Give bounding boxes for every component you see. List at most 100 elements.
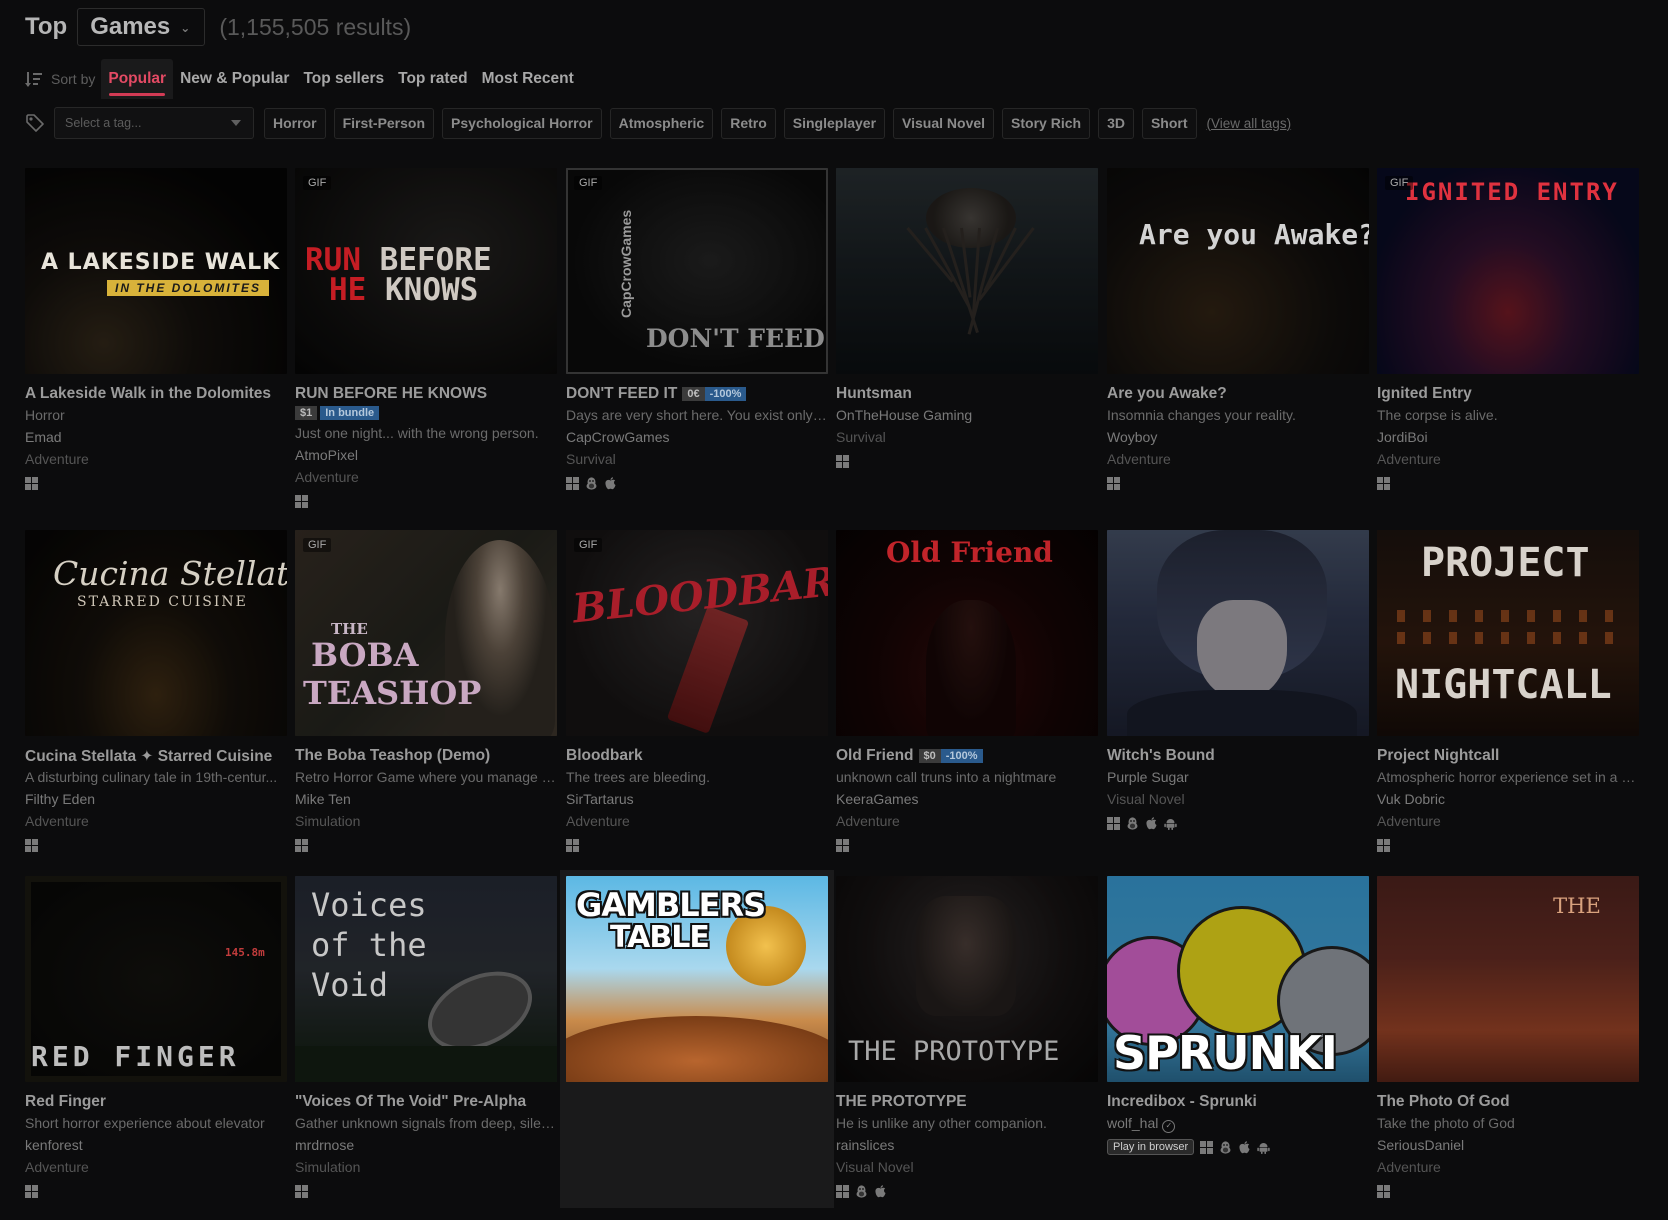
author-name[interactable]: Woyboy bbox=[1107, 429, 1157, 445]
game-thumbnail[interactable]: THE BOBA TEASHOP GIF bbox=[295, 530, 557, 736]
game-title-link[interactable]: Project Nightcall bbox=[1377, 747, 1499, 765]
author-name[interactable]: AtmoPixel bbox=[295, 447, 358, 463]
game-thumbnail[interactable]: SPRUNKI bbox=[1107, 876, 1369, 1082]
game-title-link[interactable]: Are you Awake? bbox=[1107, 385, 1227, 403]
game-title-link[interactable]: Bloodbark bbox=[566, 747, 643, 765]
platform-row: Play in browser bbox=[1107, 1136, 1369, 1158]
game-title-link[interactable]: The Photo Of God bbox=[1377, 1093, 1510, 1111]
windows-icon bbox=[836, 1184, 849, 1198]
author-name[interactable]: Filthy Eden bbox=[25, 791, 95, 807]
game-thumbnail[interactable]: RED FINGER 145.8m bbox=[25, 876, 287, 1082]
tag-pill-story-rich[interactable]: Story Rich bbox=[1002, 107, 1091, 139]
game-author-link[interactable]: Emad bbox=[25, 426, 287, 448]
game-thumbnail[interactable]: PROJECT NIGHTCALL bbox=[1377, 530, 1639, 736]
game-author-link[interactable]: AtmoPixel bbox=[295, 444, 557, 466]
author-name[interactable]: rainslices bbox=[836, 1137, 894, 1153]
game-author-link[interactable]: Filthy Eden bbox=[25, 788, 287, 810]
game-author-link[interactable]: rainslices bbox=[836, 1134, 1098, 1156]
sort-tab-popular[interactable]: Popular bbox=[101, 59, 174, 99]
game-author-link[interactable]: OnTheHouse Gaming bbox=[836, 404, 1098, 426]
tag-pill-atmospheric[interactable]: Atmospheric bbox=[609, 107, 714, 139]
game-author-link[interactable]: Purple Sugar bbox=[1107, 766, 1369, 788]
game-title-link[interactable]: A Lakeside Walk in the Dolomites bbox=[25, 385, 271, 403]
game-title-link[interactable]: RUN BEFORE HE KNOWS bbox=[295, 385, 487, 403]
sort-tab-new-popular[interactable]: New & Popular bbox=[173, 59, 296, 99]
game-title-link[interactable]: DON'T FEED IT bbox=[566, 385, 677, 403]
game-thumbnail[interactable]: RUN BEFORE HE KNOWS GIF bbox=[295, 168, 557, 374]
game-description: Just one night... with the wrong person. bbox=[295, 425, 539, 441]
author-name[interactable]: SeriousDaniel bbox=[1377, 1137, 1464, 1153]
game-thumbnail[interactable]: IGNITED ENTRY GIF bbox=[1377, 168, 1639, 374]
game-title-link[interactable]: Red Finger bbox=[25, 1093, 106, 1111]
author-name[interactable]: wolf_hal bbox=[1107, 1115, 1158, 1131]
game-thumbnail[interactable]: Old Friend bbox=[836, 530, 1098, 736]
game-author-link[interactable]: wolf_hal ✓ bbox=[1107, 1112, 1369, 1134]
game-thumbnail[interactable] bbox=[836, 168, 1098, 374]
game-title-link[interactable]: Old Friend bbox=[836, 747, 914, 765]
author-name[interactable]: SirTartarus bbox=[566, 791, 634, 807]
tag-pill-first-person[interactable]: First-Person bbox=[333, 107, 435, 139]
game-thumbnail[interactable]: THE bbox=[1377, 876, 1639, 1082]
tag-pill-singleplayer[interactable]: Singleplayer bbox=[783, 107, 886, 139]
game-thumbnail[interactable] bbox=[1107, 530, 1369, 736]
author-name[interactable]: Emad bbox=[25, 429, 62, 445]
game-author-link[interactable]: JordiBoi bbox=[1377, 426, 1639, 448]
tag-pill-3d[interactable]: 3D bbox=[1098, 107, 1134, 139]
game-title-link[interactable]: Ignited Entry bbox=[1377, 385, 1472, 403]
game-author-link[interactable]: SirTartarus bbox=[566, 788, 828, 810]
author-name[interactable]: KeeraGames bbox=[836, 791, 918, 807]
tag-pill-psychological-horror[interactable]: Psychological Horror bbox=[442, 107, 602, 139]
sort-tab-top-sellers[interactable]: Top sellers bbox=[296, 59, 391, 99]
game-thumbnail[interactable]: Voices of the Void bbox=[295, 876, 557, 1082]
author-name[interactable]: kenforest bbox=[25, 1137, 83, 1153]
game-title-link[interactable]: Witch's Bound bbox=[1107, 747, 1215, 765]
game-card: THE The Photo Of God Take the photo of God… bbox=[1377, 876, 1639, 1202]
game-author-link[interactable]: Woyboy bbox=[1107, 426, 1369, 448]
play-in-browser-badge[interactable]: Play in browser bbox=[1107, 1139, 1195, 1155]
tag-pill-visual-novel[interactable]: Visual Novel bbox=[893, 107, 995, 139]
linux-icon bbox=[855, 1184, 868, 1198]
author-name[interactable]: mrdrnose bbox=[295, 1137, 354, 1153]
game-thumbnail[interactable]: DON'T FEED IT CapCrowGames GIF bbox=[566, 168, 828, 374]
view-all-tags-link[interactable]: (View all tags) bbox=[1207, 116, 1292, 131]
game-author-link[interactable]: Mike Ten bbox=[295, 788, 557, 810]
game-description: The corpse is alive. bbox=[1377, 407, 1498, 423]
game-thumbnail[interactable]: BLOODBARK GIF bbox=[566, 530, 828, 736]
game-author-link[interactable]: CapCrowGames bbox=[566, 426, 828, 448]
author-name[interactable]: Purple Sugar bbox=[1107, 769, 1189, 785]
author-name[interactable]: JordiBoi bbox=[1377, 429, 1428, 445]
game-title-link[interactable]: THE PROTOTYPE bbox=[836, 1093, 967, 1111]
game-card: BLOODBARK GIF Bloodbark The trees are bleed… bbox=[566, 530, 828, 856]
windows-icon bbox=[1107, 476, 1120, 490]
game-card: Witch's Bound Purple Sugar Visual Novel bbox=[1107, 530, 1369, 834]
game-author-link[interactable]: SeriousDaniel bbox=[1377, 1134, 1639, 1156]
tag-pill-short[interactable]: Short bbox=[1141, 107, 1197, 139]
author-name[interactable]: OnTheHouse Gaming bbox=[836, 407, 972, 423]
tag-select-dropdown[interactable]: Select a tag... bbox=[54, 107, 254, 139]
tag-pill-horror[interactable]: Horror bbox=[264, 107, 326, 139]
game-thumbnail[interactable]: Cucina Stellata STARRED CUISINE bbox=[25, 530, 287, 736]
game-title-link[interactable]: Incredibox - Sprunki bbox=[1107, 1093, 1257, 1111]
type-dropdown[interactable]: Games ⌄ bbox=[77, 8, 206, 46]
windows-icon bbox=[836, 454, 849, 468]
author-name[interactable]: Mike Ten bbox=[295, 791, 351, 807]
game-thumbnail[interactable]: THE PROTOTYPE bbox=[836, 876, 1098, 1082]
tag-pill-retro[interactable]: Retro bbox=[721, 107, 776, 139]
sort-tab-most-recent[interactable]: Most Recent bbox=[475, 59, 581, 99]
game-title-link[interactable]: Huntsman bbox=[836, 385, 912, 403]
game-title-link[interactable]: The Boba Teashop (Demo) bbox=[295, 747, 490, 765]
game-title-link[interactable]: "Voices Of The Void" Pre-Alpha bbox=[295, 1093, 526, 1111]
game-author-link[interactable]: KeeraGames bbox=[836, 788, 1098, 810]
game-thumbnail[interactable]: A LAKESIDE WALK IN THE DOLOMITES bbox=[25, 168, 287, 374]
game-thumbnail[interactable]: GAMBLERS TABLE bbox=[566, 876, 828, 1082]
game-author-link[interactable]: mrdrnose bbox=[295, 1134, 557, 1156]
game-author-link[interactable]: kenforest bbox=[25, 1134, 287, 1156]
game-author-link[interactable]: Vuk Dobric bbox=[1377, 788, 1639, 810]
sort-tab-top-rated[interactable]: Top rated bbox=[391, 59, 474, 99]
author-name[interactable]: CapCrowGames bbox=[566, 429, 669, 445]
author-name[interactable]: Vuk Dobric bbox=[1377, 791, 1445, 807]
game-thumbnail[interactable]: Are you Awake? bbox=[1107, 168, 1369, 374]
platform-row bbox=[1107, 472, 1369, 494]
platform-row bbox=[25, 1180, 287, 1202]
game-title-link[interactable]: Cucina Stellata ✦ Starred Cuisine bbox=[25, 747, 272, 766]
